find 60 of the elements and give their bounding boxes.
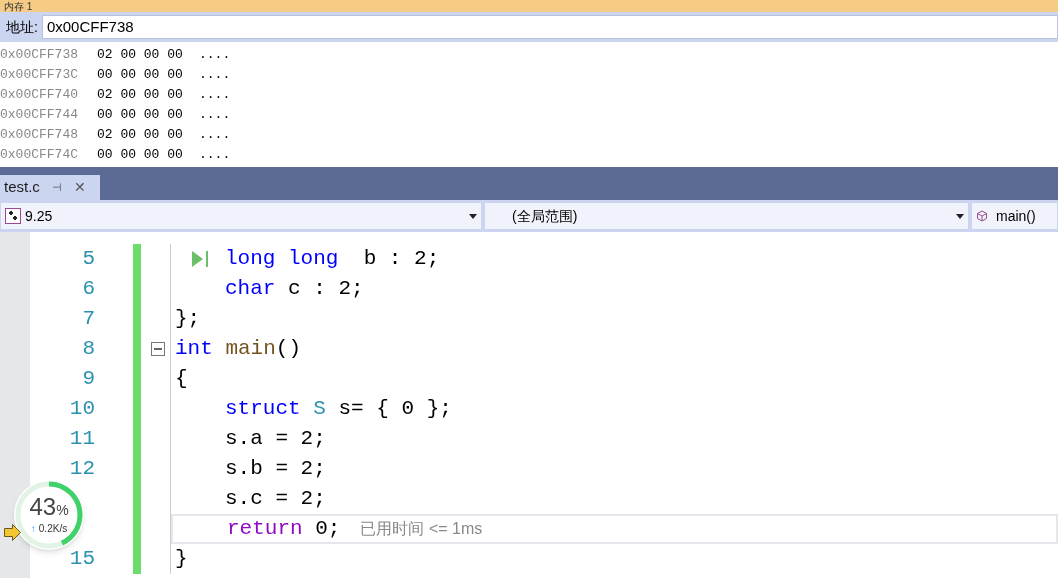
execution-arrow-icon bbox=[4, 524, 21, 541]
cube-icon bbox=[976, 210, 988, 222]
window-title: 内存 1 bbox=[3, 1, 33, 12]
file-tab[interactable]: test.c ⊣ ✕ bbox=[0, 175, 100, 200]
memory-chars: .... bbox=[199, 106, 231, 124]
code-line: s.b = 2; bbox=[225, 456, 326, 483]
memory-bytes: 00 00 00 00 bbox=[97, 146, 184, 164]
memory-chars: .... bbox=[199, 146, 231, 164]
line-number: 6 bbox=[81, 279, 95, 299]
memory-chars: .... bbox=[199, 126, 231, 144]
pin-icon[interactable]: ⊣ bbox=[51, 179, 62, 196]
memory-bytes: 02 00 00 00 bbox=[97, 126, 184, 144]
code-line: s.c = 2; bbox=[225, 486, 326, 513]
line-number: 15 bbox=[68, 549, 95, 569]
memory-address: 0x00CFF74C bbox=[0, 146, 79, 164]
code-line: char c : 2; bbox=[225, 276, 364, 303]
memory-bytes: 02 00 00 00 bbox=[97, 46, 184, 64]
line-number: 12 bbox=[68, 459, 95, 479]
code-line: }; bbox=[175, 306, 201, 333]
memory-address: 0x00CFF744 bbox=[0, 106, 79, 124]
member-dropdown[interactable]: main() bbox=[972, 203, 1057, 229]
memory-bytes: 00 00 00 00 bbox=[97, 106, 184, 124]
speed-widget[interactable]: 43% ↑ 0.2K/s bbox=[14, 480, 84, 550]
memory-address: 0x00CFF73C bbox=[0, 66, 79, 84]
address-label: 地址: bbox=[6, 17, 38, 37]
memory-address: 0x00CFF748 bbox=[0, 126, 79, 144]
code-line: struct S s= { 0 }; bbox=[225, 396, 452, 423]
code-line: } bbox=[175, 546, 188, 573]
code-line: s.a = 2; bbox=[225, 426, 326, 453]
line-number: 10 bbox=[68, 399, 95, 419]
memory-chars: .... bbox=[199, 46, 231, 64]
memory-address: 0x00CFF740 bbox=[0, 86, 79, 104]
caret-icon bbox=[469, 213, 477, 219]
caret-icon bbox=[956, 213, 964, 219]
scope-dropdown[interactable]: (全局范围) bbox=[485, 203, 968, 229]
percent-unit: % bbox=[56, 502, 69, 520]
line-number: 9 bbox=[81, 369, 95, 389]
memory-bytes: 00 00 00 00 bbox=[97, 66, 184, 84]
code-line: long long b : 2; bbox=[225, 246, 440, 273]
line-number: 11 bbox=[68, 429, 95, 449]
code-line: { bbox=[175, 366, 188, 393]
elapsed-time-hint: 已用时间 <= 1ms bbox=[360, 519, 483, 539]
line-number: 7 bbox=[81, 309, 95, 329]
project-dropdown[interactable]: 9.25 bbox=[1, 203, 481, 229]
tab-label: test.c bbox=[4, 177, 40, 198]
memory-chars: .... bbox=[199, 86, 231, 104]
code-line: int main() bbox=[175, 336, 302, 363]
collapse-icon[interactable] bbox=[150, 342, 165, 356]
memory-chars: .... bbox=[199, 66, 231, 84]
speed-value: 0.2K/s bbox=[38, 522, 68, 536]
memory-address: 0x00CFF738 bbox=[0, 46, 79, 64]
line-number: 8 bbox=[81, 339, 95, 359]
line-number: 5 bbox=[81, 249, 95, 269]
code-line: return 0; bbox=[227, 516, 341, 543]
percent-value: 43 bbox=[29, 494, 57, 520]
address-field[interactable]: 0x00CFF738 bbox=[41, 15, 1058, 39]
memory-bytes: 02 00 00 00 bbox=[97, 86, 184, 104]
upload-icon: ↑ bbox=[30, 521, 36, 536]
close-icon[interactable]: ✕ bbox=[73, 177, 86, 198]
project-icon bbox=[5, 208, 21, 224]
